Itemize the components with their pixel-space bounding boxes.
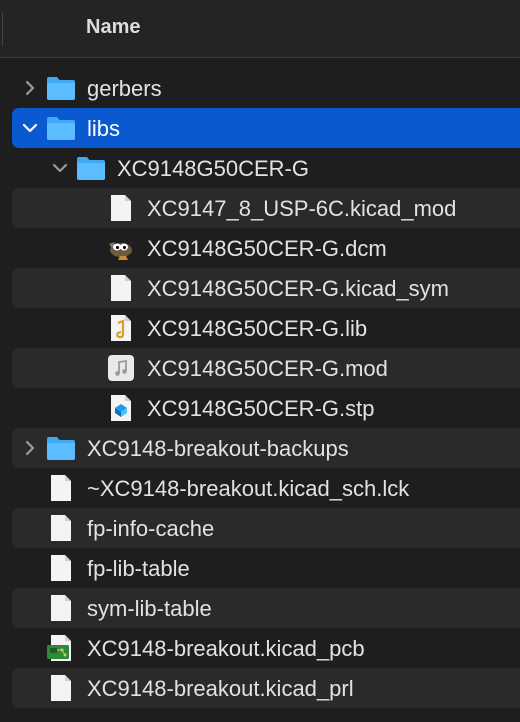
folder-icon xyxy=(46,434,76,462)
row-name: XC9148-breakout.kicad_prl xyxy=(87,676,354,701)
list-row-libs[interactable]: libs xyxy=(0,108,520,148)
3d-model-document-icon xyxy=(106,394,136,422)
list-row-lib-file[interactable]: XC9148G50CER-G.lib xyxy=(0,308,520,348)
folder-icon xyxy=(46,74,76,102)
row-name: XC9148G50CER-G.stp xyxy=(147,396,375,421)
folder-icon xyxy=(76,154,106,182)
library-document-icon xyxy=(106,314,136,342)
list-row-gerbers[interactable]: gerbers xyxy=(0,68,520,108)
row-name: gerbers xyxy=(87,76,162,101)
list-row-kicad-pcb-file[interactable]: XC9148-breakout.kicad_pcb xyxy=(0,628,520,668)
list-row-dcm-file[interactable]: XC9148G50CER-G.dcm xyxy=(0,228,520,268)
document-icon xyxy=(106,194,136,222)
row-name: ~XC9148-breakout.kicad_sch.lck xyxy=(87,476,410,501)
row-name: XC9148G50CER-G.mod xyxy=(147,356,388,381)
row-name: XC9147_8_USP-6C.kicad_mod xyxy=(147,196,457,221)
document-icon xyxy=(46,514,76,542)
row-name: XC9148G50CER-G xyxy=(117,156,309,181)
row-name: libs xyxy=(87,116,121,141)
document-icon xyxy=(46,594,76,622)
list-row-lck-file[interactable]: ~XC9148-breakout.kicad_sch.lck xyxy=(0,468,520,508)
row-name: XC9148G50CER-G.dcm xyxy=(147,236,387,261)
row-name: sym-lib-table xyxy=(87,596,212,621)
row-name: XC9148-breakout-backups xyxy=(87,436,349,461)
pcb-document-icon xyxy=(46,634,76,662)
list-row-kicad-prl-file[interactable]: XC9148-breakout.kicad_prl xyxy=(0,668,520,708)
audio-document-icon xyxy=(106,354,136,382)
document-icon xyxy=(46,474,76,502)
column-header[interactable]: Name xyxy=(0,0,520,58)
list-row-mod-file[interactable]: XC9148G50CER-G.mod xyxy=(0,348,520,388)
document-icon xyxy=(106,274,136,302)
row-name: XC9148G50CER-G.lib xyxy=(147,316,368,341)
list-row-backups-folder[interactable]: XC9148-breakout-backups xyxy=(0,428,520,468)
chevron-right-icon[interactable] xyxy=(20,438,40,458)
list-row-sym-lib-table[interactable]: sym-lib-table xyxy=(0,588,520,628)
document-icon xyxy=(46,554,76,582)
row-name: fp-lib-table xyxy=(87,556,190,581)
row-name: fp-info-cache xyxy=(87,516,215,541)
folder-icon xyxy=(46,114,76,142)
list-row-kicad-sym-file[interactable]: XC9148G50CER-G.kicad_sym xyxy=(0,268,520,308)
row-name: XC9148-breakout.kicad_pcb xyxy=(87,636,365,661)
document-icon xyxy=(46,674,76,702)
gimp-document-icon xyxy=(106,234,136,262)
chevron-down-icon[interactable] xyxy=(50,158,70,178)
finder-list-window: Name gerbers libs XC9148G50CER-G XC9147_… xyxy=(0,0,520,722)
column-divider xyxy=(2,12,3,46)
list-row-kicad-mod-file[interactable]: XC9147_8_USP-6C.kicad_mod xyxy=(0,188,520,228)
list-row-fp-info-cache[interactable]: fp-info-cache xyxy=(0,508,520,548)
file-list: gerbers libs XC9148G50CER-G XC9147_8_USP… xyxy=(0,68,520,708)
row-name: XC9148G50CER-G.kicad_sym xyxy=(147,276,450,301)
list-row-fp-lib-table[interactable]: fp-lib-table xyxy=(0,548,520,588)
chevron-right-icon[interactable] xyxy=(20,78,40,98)
name-column-header[interactable]: Name xyxy=(86,16,140,39)
chevron-down-icon[interactable] xyxy=(20,118,40,138)
list-row-stp-file[interactable]: XC9148G50CER-G.stp xyxy=(0,388,520,428)
list-row-xc9148g50cer-g-folder[interactable]: XC9148G50CER-G xyxy=(0,148,520,188)
